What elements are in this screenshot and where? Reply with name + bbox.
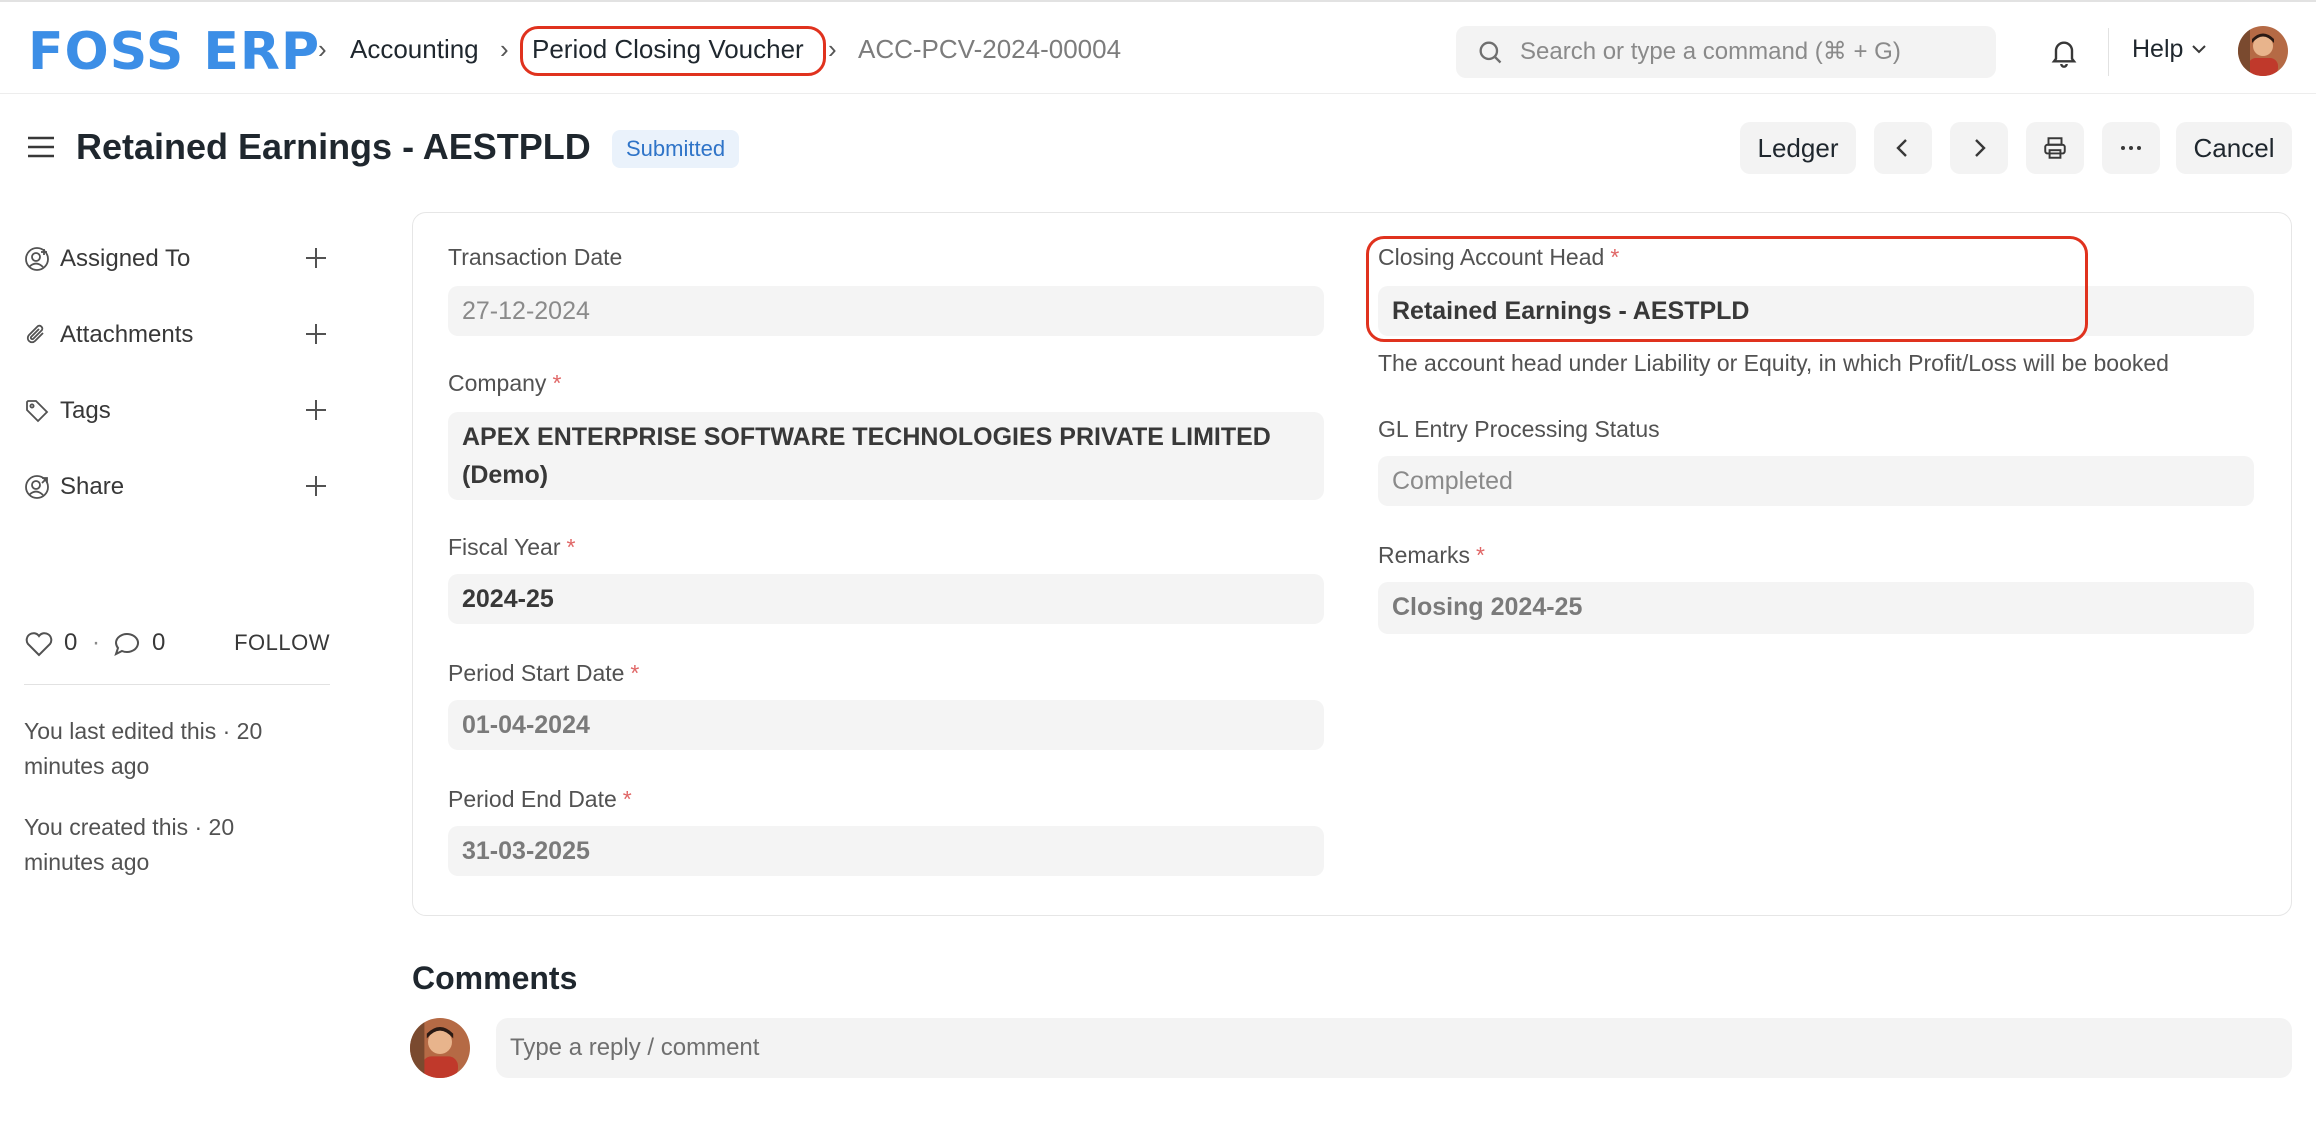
period-start-date-label: Period Start Date *	[448, 660, 640, 686]
remarks-label: Remarks *	[1378, 542, 1485, 568]
sidebar-item-label: Attachments	[60, 321, 194, 348]
search-bar[interactable]	[1456, 26, 1996, 78]
highlight-annotation	[520, 26, 826, 76]
notification-bell-icon[interactable]	[2048, 36, 2080, 68]
sidebar-item-share[interactable]: Share	[24, 466, 330, 506]
sidebar-item-assigned-to[interactable]: Assigned To	[24, 238, 330, 278]
plus-icon[interactable]	[302, 320, 330, 348]
tag-icon	[26, 400, 49, 423]
company-field[interactable]: APEX ENTERPRISE SOFTWARE TECHNOLOGIES PR…	[448, 412, 1324, 500]
search-icon	[1479, 41, 1502, 64]
transaction-date-label: Transaction Date	[448, 244, 623, 270]
ellipsis-icon	[2121, 146, 2141, 150]
status-badge: Submitted	[612, 130, 740, 168]
heart-icon[interactable]	[24, 630, 54, 658]
plus-icon[interactable]	[302, 244, 330, 272]
period-end-date-field[interactable]: 31-03-2025	[448, 826, 1324, 876]
brand-logo[interactable]: FOSS ERP	[28, 22, 320, 82]
breadcrumb-accounting[interactable]: Accounting	[350, 32, 479, 66]
fiscal-year-label: Fiscal Year *	[448, 534, 576, 560]
search-input[interactable]	[1520, 26, 1980, 78]
sidebar-item-label: Share	[60, 473, 125, 500]
plus-icon[interactable]	[302, 472, 330, 500]
like-count: 0	[64, 629, 78, 656]
sidebar-item-tags[interactable]: Tags	[24, 390, 330, 430]
sidebar-item-attachments[interactable]: Attachments	[24, 314, 330, 354]
ledger-button[interactable]: Ledger	[1740, 122, 1856, 174]
help-menu[interactable]: Help	[2132, 34, 2183, 64]
comments-heading: Comments	[412, 960, 578, 996]
cancel-button[interactable]: Cancel	[2176, 122, 2292, 174]
plus-icon[interactable]	[302, 396, 330, 424]
period-start-date-field[interactable]: 01-04-2024	[448, 700, 1324, 750]
printer-icon	[2044, 137, 2066, 159]
chevron-down-icon[interactable]	[2190, 42, 2208, 56]
more-actions-button[interactable]	[2102, 122, 2160, 174]
navbar: FOSS ERP › Accounting › Period Closing V…	[0, 0, 2316, 94]
sidebar-toggle-icon[interactable]	[24, 132, 58, 162]
transaction-date-field[interactable]: 27-12-2024	[448, 286, 1324, 336]
required-marker: *	[622, 786, 632, 812]
paperclip-icon	[26, 324, 44, 344]
closing-account-head-description: The account head under Liability or Equi…	[1378, 350, 2169, 376]
user-avatar[interactable]	[2238, 26, 2288, 76]
next-record-button[interactable]	[1950, 122, 2008, 174]
remarks-field[interactable]: Closing 2024-25	[1378, 582, 2254, 634]
separator-dot: ·	[92, 629, 100, 656]
company-label: Company *	[448, 370, 562, 396]
period-end-date-label: Period End Date *	[448, 786, 632, 812]
sidebar-item-label: Assigned To	[60, 245, 191, 272]
chevron-right-icon	[1975, 139, 1986, 157]
required-marker: *	[630, 660, 640, 686]
commenter-avatar	[410, 1018, 470, 1078]
sidebar-item-label: Tags	[60, 397, 111, 424]
print-button[interactable]	[2026, 122, 2084, 174]
user-plus-icon	[25, 247, 49, 271]
comment-icon[interactable]	[112, 630, 142, 658]
breadcrumb-separator-icon: ›	[500, 34, 509, 64]
comment-input[interactable]	[496, 1018, 2292, 1078]
breadcrumb-separator-icon: ›	[318, 34, 327, 64]
activity-created: You created this · 20 minutes ago	[24, 814, 235, 875]
follow-button[interactable]: FOLLOW	[234, 628, 330, 658]
required-marker: *	[1476, 542, 1485, 568]
social-stats: 0 · 0 FOLLOW	[24, 626, 330, 660]
highlight-annotation	[1366, 236, 2088, 342]
breadcrumb-document-id: ACC-PCV-2024-00004	[858, 34, 1122, 64]
sidebar-divider	[24, 684, 330, 685]
required-marker: *	[566, 534, 576, 560]
breadcrumb-separator-icon: ›	[828, 34, 837, 64]
chevron-left-icon	[1896, 139, 1907, 157]
page-title: Retained Earnings - AESTPLD	[76, 126, 591, 167]
required-marker: *	[552, 370, 562, 396]
navbar-divider	[2108, 28, 2109, 76]
previous-record-button[interactable]	[1874, 122, 1932, 174]
comment-count: 0	[152, 629, 166, 656]
gl-status-label: GL Entry Processing Status	[1378, 416, 1660, 442]
fiscal-year-field[interactable]: 2024-25	[448, 574, 1324, 624]
activity-last-edited: You last edited this · 20 minutes ago	[24, 718, 263, 779]
share-user-icon	[25, 475, 49, 499]
gl-status-field: Completed	[1378, 456, 2254, 506]
